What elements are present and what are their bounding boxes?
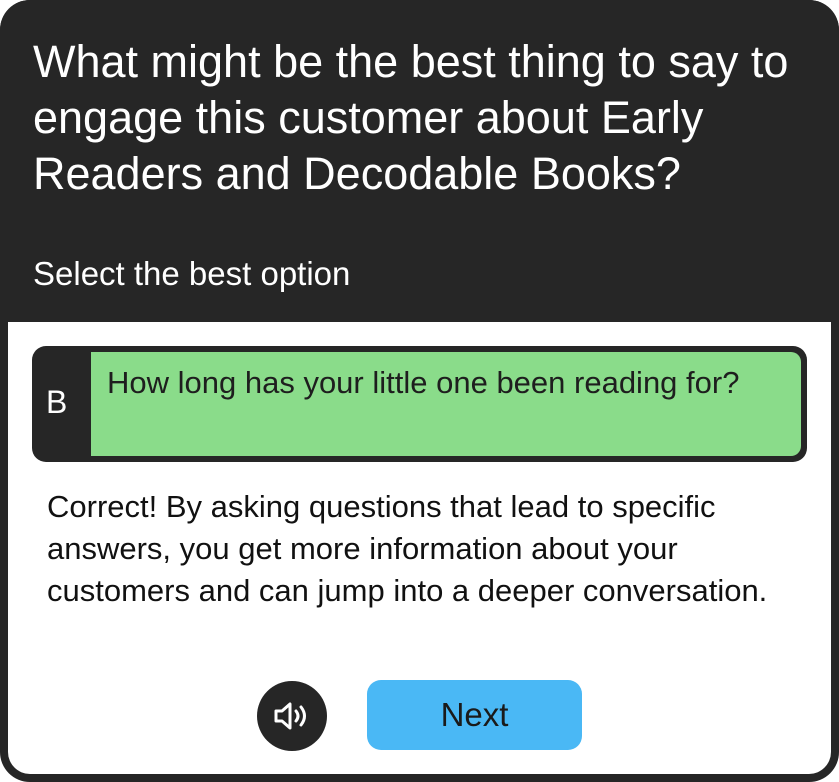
audio-button[interactable] (257, 681, 327, 751)
question-card: What might be the best thing to say to e… (0, 0, 839, 782)
answer-panel: B How long has your little one been read… (8, 322, 831, 774)
question-header: What might be the best thing to say to e… (0, 0, 839, 322)
feedback-text: Correct! By asking questions that lead t… (47, 489, 768, 608)
option-highlight: How long has your little one been readin… (91, 352, 801, 456)
next-button[interactable]: Next (367, 680, 582, 750)
option-letter: B (46, 384, 68, 420)
speaker-icon (274, 702, 306, 730)
instruction-text: Select the best option (33, 255, 351, 292)
answer-option-b[interactable]: B How long has your little one been read… (32, 346, 807, 462)
question-text: What might be the best thing to say to e… (33, 36, 789, 199)
option-text: How long has your little one been readin… (107, 365, 740, 400)
